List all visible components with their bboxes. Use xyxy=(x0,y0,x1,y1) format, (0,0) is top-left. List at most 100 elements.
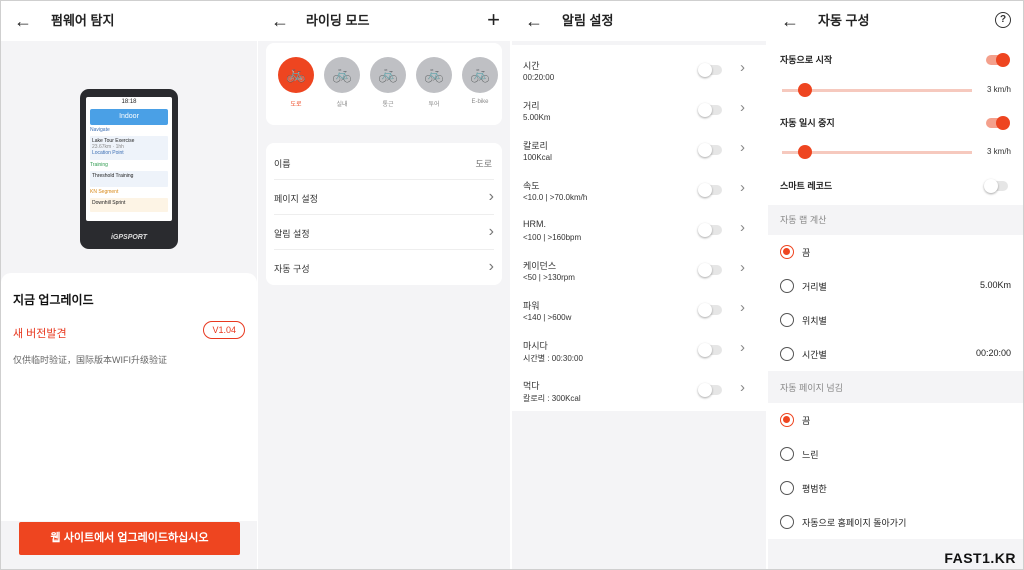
back-arrow-icon[interactable]: ← xyxy=(780,11,800,31)
help-icon[interactable]: ? xyxy=(995,12,1011,28)
auto-start-toggle[interactable] xyxy=(986,53,1010,67)
lap-option-distance[interactable]: 거리별 5.00Km xyxy=(768,269,1023,303)
auto-pause-value: 3 km/h xyxy=(986,147,1011,156)
alarm-value: <100 | >160bpm xyxy=(523,233,582,242)
alarm-toggle[interactable] xyxy=(698,63,722,77)
auto-pause-slider[interactable] xyxy=(782,145,972,159)
alarm-cadence[interactable]: 케이던스 <50 | >130rpm › xyxy=(512,249,766,289)
alarm-name: 케이던스 xyxy=(523,261,557,271)
auto-pause-toggle[interactable] xyxy=(986,116,1010,130)
radio-button[interactable] xyxy=(780,515,794,529)
mode-commute[interactable]: 🚲 통근 xyxy=(370,57,406,108)
alarm-toggle[interactable] xyxy=(698,103,722,117)
back-arrow-icon[interactable]: ← xyxy=(13,11,33,31)
chevron-right-icon: › xyxy=(740,139,745,156)
alarm-toggle[interactable] xyxy=(698,383,722,397)
back-arrow-icon[interactable]: ← xyxy=(524,11,544,31)
back-arrow-icon[interactable]: ← xyxy=(270,11,290,31)
device-image-area: 18:18 Indoor Navigate Lake Tour Exercise… xyxy=(1,41,257,269)
radio-button[interactable] xyxy=(780,347,794,361)
mode-tour[interactable]: 🚲 투어 xyxy=(416,57,452,108)
option-label: 끔 xyxy=(802,248,811,258)
slider-knob[interactable] xyxy=(797,145,812,159)
alarm-toggle[interactable] xyxy=(698,223,722,237)
row-alarm-settings[interactable]: 알림 설정 › xyxy=(274,215,494,250)
option-label: 시간별 xyxy=(802,350,827,360)
alarm-toggle[interactable] xyxy=(698,343,722,357)
mode-label: 통근 xyxy=(382,102,394,108)
lap-option-off[interactable]: 끔 xyxy=(768,235,1023,269)
alarm-toggle[interactable] xyxy=(698,263,722,277)
page-option-off[interactable]: 끔 xyxy=(768,403,1023,437)
alarm-name: HRM. xyxy=(523,219,546,229)
alarm-name: 시간 xyxy=(523,61,540,71)
chevron-right-icon: › xyxy=(740,259,745,276)
row-auto-config[interactable]: 자동 구성 › xyxy=(274,250,494,285)
bicycle-icon: 🚲 xyxy=(324,57,360,93)
radio-button[interactable] xyxy=(780,279,794,293)
device-segment-name: Downhill Sprint xyxy=(92,200,126,206)
row-value: 도로 xyxy=(475,159,492,169)
page-option-return-home[interactable]: 자동으로 홈페이지 돌아가기 xyxy=(768,505,1023,539)
alarm-speed[interactable]: 속도 <10.0 | >70.0km/h › xyxy=(512,169,766,209)
alarm-calorie[interactable]: 칼로리 100Kcal › xyxy=(512,129,766,169)
slider-knob[interactable] xyxy=(797,83,812,97)
option-label: 끔 xyxy=(802,416,811,426)
row-label: 자동 구성 xyxy=(274,264,310,274)
chevron-right-icon: › xyxy=(488,223,494,240)
row-name[interactable]: 이름 도로 xyxy=(274,145,494,180)
alarm-distance[interactable]: 거리 5.00Km › xyxy=(512,89,766,129)
page-title: 알림 설정 xyxy=(562,13,614,28)
alarm-drink[interactable]: 마시다 시간별 : 00:30:00 › xyxy=(512,329,766,369)
alarm-toggle[interactable] xyxy=(698,303,722,317)
alarm-toggle[interactable] xyxy=(698,183,722,197)
chevron-right-icon: › xyxy=(488,258,494,275)
page-option-normal[interactable]: 평범한 xyxy=(768,471,1023,505)
device-image: 18:18 Indoor Navigate Lake Tour Exercise… xyxy=(80,89,178,249)
firmware-panel: ← 펌웨어 탐지 18:18 Indoor Navigate Lake Tour… xyxy=(1,1,257,569)
row-label: 페이지 설정 xyxy=(274,194,318,204)
bicycle-icon: 🚲 xyxy=(370,57,406,93)
version-badge: V1.04 xyxy=(203,321,245,339)
mode-ebike[interactable]: 🚲 E-bike xyxy=(462,57,498,105)
alarm-value: 5.00Km xyxy=(523,113,551,122)
mode-indoor[interactable]: 🚲 실내 xyxy=(324,57,360,108)
mode-settings-card: 이름 도로 페이지 설정 › 알림 설정 › 자동 구성 › xyxy=(266,143,502,285)
alarm-value: <50 | >130rpm xyxy=(523,273,575,282)
upgrade-note: 仅供临时验证，国际版本WIFI升级验证 xyxy=(13,355,167,365)
page-option-slow[interactable]: 느린 xyxy=(768,437,1023,471)
chevron-right-icon: › xyxy=(740,179,745,196)
alarm-heart-rate[interactable]: HRM. <100 | >160bpm › xyxy=(512,209,766,249)
upgrade-website-button[interactable]: 웹 사이트에서 업그레이드하십시오 xyxy=(19,522,240,555)
radio-button[interactable] xyxy=(780,481,794,495)
mode-road[interactable]: 🚲 도로 xyxy=(278,57,314,108)
device-training-label: Training xyxy=(90,162,108,168)
alarm-value: 시간별 : 00:30:00 xyxy=(523,354,583,363)
page-title: 펌웨어 탐지 xyxy=(51,13,115,28)
watermark: FAST1.KR xyxy=(944,550,1016,566)
row-page-settings[interactable]: 페이지 설정 › xyxy=(274,180,494,215)
option-label: 자동으로 홈페이지 돌아가기 xyxy=(802,518,907,528)
alarm-name: 파워 xyxy=(523,301,540,311)
radio-button[interactable] xyxy=(780,447,794,461)
alarm-time[interactable]: 시간 00:20:00 › xyxy=(512,49,766,89)
alarm-power[interactable]: 파워 <140 | >600w › xyxy=(512,289,766,329)
radio-button[interactable] xyxy=(780,313,794,327)
alarm-name: 마시다 xyxy=(523,341,548,351)
radio-button[interactable] xyxy=(780,413,794,427)
chevron-right-icon: › xyxy=(740,379,745,396)
alarm-eat[interactable]: 먹다 칼로리 : 300Kcal › xyxy=(512,369,766,409)
alarm-value: <140 | >600w xyxy=(523,313,572,322)
lap-option-location[interactable]: 위치별 xyxy=(768,303,1023,337)
page-title: 자동 구성 xyxy=(818,13,870,28)
auto-start-slider[interactable] xyxy=(782,83,972,97)
add-icon[interactable]: + xyxy=(487,9,500,31)
alarm-toggle[interactable] xyxy=(698,143,722,157)
lap-option-time[interactable]: 시간별 00:20:00 xyxy=(768,337,1023,371)
smart-record-toggle[interactable] xyxy=(984,179,1008,193)
header: ← 펌웨어 탐지 xyxy=(1,1,257,41)
mode-label: E-bike xyxy=(471,99,489,105)
alarm-value: 00:20:00 xyxy=(523,73,555,82)
radio-button[interactable] xyxy=(780,245,794,259)
device-segment-label: KN Segment xyxy=(90,189,119,195)
